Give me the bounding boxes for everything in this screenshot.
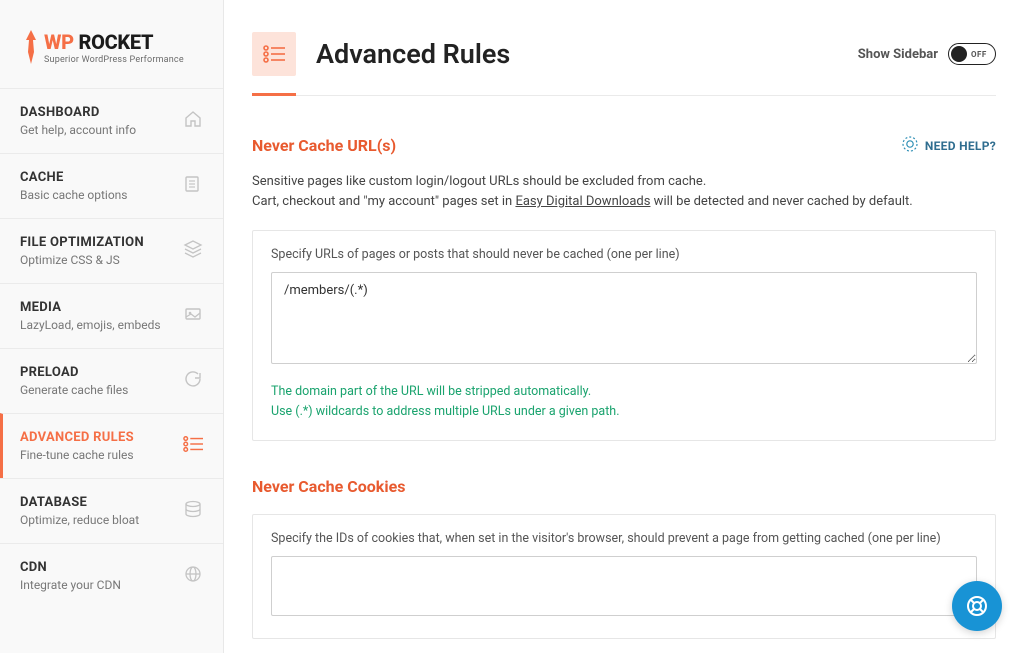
sidebar-item-file-optimization[interactable]: FILE OPTIMIZATION Optimize CSS & JS [0,218,223,283]
never-cache-cookies-input[interactable] [271,556,977,616]
never-cache-urls-hint: The domain part of the URL will be strip… [271,382,977,422]
never-cache-urls-input[interactable] [271,272,977,364]
nav-title: CACHE [20,170,128,185]
sidebar-item-preload[interactable]: PRELOAD Generate cache files [0,348,223,413]
database-icon [183,499,203,523]
edd-link[interactable]: Easy Digital Downloads [515,194,650,209]
cdn-icon [183,564,203,588]
nav-subtitle: Optimize CSS & JS [20,253,144,267]
sidebar-item-database[interactable]: DATABASE Optimize, reduce bloat [0,478,223,543]
tab-underline [252,94,996,96]
need-help-link[interactable]: NEED HELP? [902,136,996,156]
section-desc-never-cache-urls: Sensitive pages like custom login/logout… [252,172,996,212]
nav-subtitle: LazyLoad, emojis, embeds [20,318,161,332]
never-cache-urls-label: Specify URLs of pages or posts that shou… [271,247,977,262]
advanced-rules-icon [252,32,296,76]
chat-help-button[interactable] [952,581,1002,631]
file-optimization-icon [183,239,203,263]
never-cache-urls-block: Specify URLs of pages or posts that shou… [252,230,996,441]
advanced-rules-icon [183,435,203,457]
sidebar-item-media[interactable]: MEDIA LazyLoad, emojis, embeds [0,283,223,348]
media-icon [183,304,203,328]
page-title: Advanced Rules [316,38,510,70]
dashboard-icon [183,109,203,133]
cache-icon [183,174,203,198]
sidebar-item-dashboard[interactable]: DASHBOARD Get help, account info [0,88,223,153]
show-sidebar-toggle[interactable]: OFF [948,43,996,65]
sidebar: WP ROCKET Superior WordPress Performance… [0,0,224,653]
nav-subtitle: Basic cache options [20,188,128,202]
nav-title: CDN [20,560,121,575]
nav-title: ADVANCED RULES [20,430,134,445]
nav-title: PRELOAD [20,365,128,380]
nav-subtitle: Optimize, reduce bloat [20,513,139,527]
preload-icon [183,369,203,393]
main: Advanced Rules Show Sidebar OFF Never Ca… [224,0,1024,653]
nav-subtitle: Fine-tune cache rules [20,448,134,462]
nav-title: DATABASE [20,495,139,510]
nav-subtitle: Integrate your CDN [20,578,121,592]
nav-title: DASHBOARD [20,105,136,120]
help-icon [902,136,918,156]
page-header: Advanced Rules Show Sidebar OFF [252,32,996,76]
logo: WP ROCKET Superior WordPress Performance [0,0,223,88]
nav-subtitle: Get help, account info [20,123,136,137]
sidebar-item-cdn[interactable]: CDN Integrate your CDN [0,543,223,608]
never-cache-cookies-block: Specify the IDs of cookies that, when se… [252,514,996,639]
sidebar-item-cache[interactable]: CACHE Basic cache options [0,153,223,218]
nav-title: FILE OPTIMIZATION [20,235,144,250]
nav-subtitle: Generate cache files [20,383,128,397]
logo-mark-icon [22,30,40,68]
sidebar-item-advanced-rules[interactable]: ADVANCED RULES Fine-tune cache rules [0,413,223,478]
show-sidebar-label: Show Sidebar [858,47,938,62]
nav-title: MEDIA [20,300,161,315]
never-cache-cookies-label: Specify the IDs of cookies that, when se… [271,531,977,546]
nav: DASHBOARD Get help, account info CACHE Basi… [0,88,223,608]
section-title-never-cache-cookies: Never Cache Cookies [252,477,996,496]
section-title-never-cache-urls: Never Cache URL(s) [252,136,396,155]
